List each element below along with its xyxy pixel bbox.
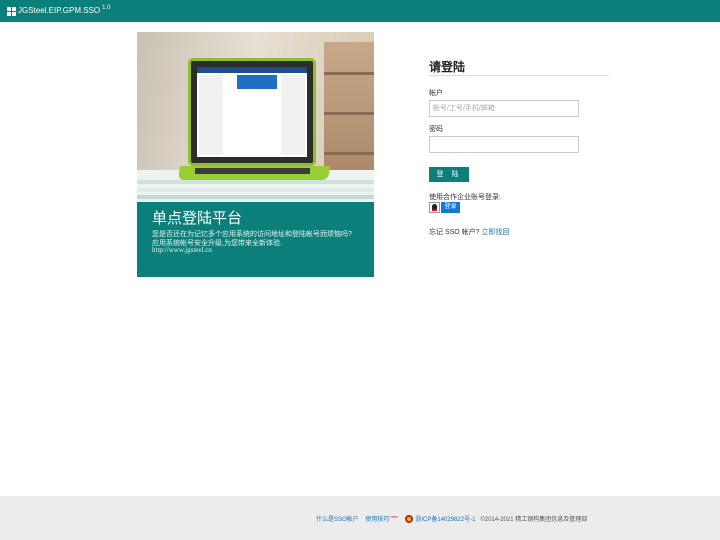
login-button[interactable]: 登 陆 [429, 167, 469, 182]
icp-link[interactable]: 浙ICP备14029822号-1 [415, 517, 475, 523]
forgot-account: 忘记 SSO 帐户? 立即找回 [429, 228, 510, 236]
top-bar: JGSteel.EIP.GPM.SSO 1.0 [0, 0, 720, 22]
what-is-sso-link[interactable]: 什么是SSO帐户 [316, 517, 359, 523]
login-form: 请登陆 帐户 密码 登 陆 使用合作企业账号登录: 登录 忘记 SSO 帐户? … [429, 58, 609, 236]
qq-penguin-icon[interactable] [429, 202, 440, 213]
password-input[interactable] [429, 136, 579, 153]
qq-login-button[interactable]: 登录 [441, 202, 460, 213]
footer: 什么是SSO帐户 使用技巧new 浙ICP备14029822号-1 ©2014-… [0, 496, 720, 540]
hero-caption: 单点登陆平台 您是否还在为记忆多个应用系统的访问地址和登陆帐号而烦恼吗? 应用系… [137, 202, 374, 277]
account-label: 帐户 [429, 90, 443, 97]
recover-link[interactable]: 立即找回 [482, 228, 510, 236]
partner-login-label: 使用合作企业账号登录: [429, 194, 501, 201]
new-badge: new [390, 514, 398, 519]
app-title: JGSteel.EIP.GPM.SSO 1.0 [18, 5, 111, 15]
account-input[interactable] [429, 100, 579, 117]
hero-url: http://www.jgsteel.cn [152, 246, 212, 254]
tips-link[interactable]: 使用技巧 [365, 517, 389, 523]
hero-banner: 单点登陆平台 您是否还在为记忆多个应用系统的访问地址和登陆帐号而烦恼吗? 应用系… [137, 32, 374, 277]
hero-title: 单点登陆平台 [152, 210, 243, 227]
police-emblem-icon [405, 515, 414, 523]
grid-logo-icon [7, 7, 16, 16]
laptop-image [188, 58, 316, 166]
login-heading: 请登陆 [429, 58, 609, 76]
version-label: 1.0 [102, 5, 111, 11]
password-label: 密码 [429, 126, 443, 133]
copyright-text: ©2014-2021 精工钢构集团信息及管理部 [480, 517, 588, 523]
